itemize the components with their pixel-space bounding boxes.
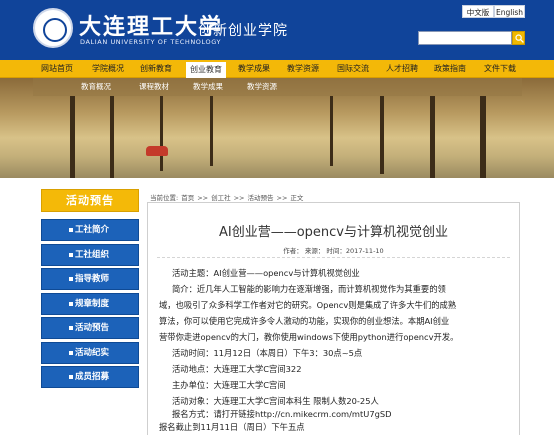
article-line: 活动对象：大连理工大学C宫间本科生 限制人数20-25人 (172, 396, 379, 406)
article-line: 活动地点：大连理工大学C宫间322 (172, 364, 302, 374)
subnav-teaching-resources[interactable]: 教学资源 (247, 78, 277, 96)
search-input[interactable] (418, 31, 512, 45)
bullet-icon (69, 253, 73, 257)
university-emblem-icon[interactable] (33, 8, 73, 48)
lang-english-button[interactable]: English (494, 5, 525, 18)
bullet-icon (69, 326, 73, 330)
sidebar-item-member-recruitment[interactable]: 成员招募 (41, 366, 139, 388)
subnav-teaching-results[interactable]: 教学成果 (193, 78, 223, 96)
bullet-icon (69, 375, 73, 379)
breadcrumb-club[interactable]: 创工社 (211, 194, 231, 202)
article-meta: 作者： 来源： 时间：2017-11-10 (283, 247, 384, 255)
nav-policy-guide[interactable]: 政策指南 (434, 60, 466, 78)
sub-nav: 教育概况 课程教材 教学成果 教学资源 (33, 78, 522, 96)
article-line: 主办单位：大连理工大学C宫间 (172, 380, 286, 390)
breadcrumb-separator: >> (197, 194, 209, 202)
nav-teaching-results[interactable]: 教学成果 (238, 60, 270, 78)
nav-teaching-resources[interactable]: 教学资源 (287, 60, 319, 78)
sidebar-item-label: 活动预告 (75, 323, 110, 333)
banner-image: 教育概况 课程教材 教学成果 教学资源 (0, 78, 554, 178)
breadcrumb: 当前位置: 首页 >> 创工社 >> 活动预告 >> 正文 (150, 192, 306, 202)
article-line: 营带你走进opencv的大门，教你使用windows下使用python进行ope… (159, 332, 459, 342)
nav-entrepreneurship-education[interactable]: 创业教育 (186, 62, 226, 78)
sidebar-item-label: 成员招募 (75, 372, 110, 382)
article-line: 算法，你可以使用它完成许多令人激动的功能，实现你的创业想法。本期AI创业 (159, 316, 450, 326)
red-car (146, 146, 168, 156)
sidebar-item-rules[interactable]: 规章制度 (41, 293, 139, 315)
breadcrumb-current: 正文 (290, 194, 304, 202)
college-title: 创新创业学院 (198, 23, 288, 39)
subnav-education-overview[interactable]: 教育概况 (81, 78, 111, 96)
sidebar-item-label: 工社简介 (75, 225, 110, 235)
bullet-icon (69, 228, 73, 232)
sidebar-item-label: 指导教师 (75, 274, 110, 284)
subnav-course-materials[interactable]: 课程教材 (139, 78, 169, 96)
nav-recruitment[interactable]: 人才招聘 (386, 60, 418, 78)
sidebar-item-label: 工社组织 (75, 250, 110, 260)
search-button[interactable] (512, 31, 525, 45)
nav-downloads[interactable]: 文件下载 (484, 60, 516, 78)
nav-international[interactable]: 国际交流 (337, 60, 369, 78)
bullet-icon (69, 302, 73, 306)
breadcrumb-events[interactable]: 活动预告 (248, 194, 274, 202)
divider (157, 257, 510, 258)
bullet-icon (69, 351, 73, 355)
sidebar-item-events-record[interactable]: 活动纪实 (41, 342, 139, 364)
main-nav: 网站首页 学院概况 创新教育 创业教育 教学成果 教学资源 国际交流 人才招聘 … (0, 60, 554, 78)
article-line: 活动时间：11月12日（本周日）下午3：30点~5点 (172, 348, 363, 358)
nav-home[interactable]: 网站首页 (41, 60, 73, 78)
sidebar-title: 活动预告 (41, 189, 139, 212)
article-line: 域，也吸引了众多科学工作者对它的研究。Opencv则是集成了许多大牛们的成熟 (159, 300, 457, 310)
breadcrumb-home[interactable]: 首页 (181, 194, 194, 202)
site-header: 大连理工大学 DALIAN UNIVERSITY OF TECHNOLOGY 创… (0, 0, 554, 60)
sidebar-item-label: 活动纪实 (75, 348, 110, 358)
article-line: 报名截止到11月11日（周日）下午五点 (159, 422, 305, 432)
article-line: 简介：近几年人工智能的影响力在逐渐增强，而计算机视觉作为其重要的领 (172, 284, 446, 294)
breadcrumb-label: 当前位置: (150, 194, 179, 202)
sidebar-item-intro[interactable]: 工社简介 (41, 219, 139, 241)
sidebar-item-organization[interactable]: 工社组织 (41, 244, 139, 266)
nav-innovation-education[interactable]: 创新教育 (140, 60, 172, 78)
breadcrumb-separator: >> (233, 194, 245, 202)
search-icon (515, 34, 524, 43)
nav-overview[interactable]: 学院概况 (92, 60, 124, 78)
sidebar-item-label: 规章制度 (75, 299, 110, 309)
lang-chinese-button[interactable]: 中文版 (462, 5, 494, 18)
breadcrumb-separator: >> (276, 194, 288, 202)
article-title: AI创业营——opencv与计算机视觉创业 (218, 225, 448, 240)
article-line: 报名方式：请打开链接http://cn.mikecrm.com/mtU7gSD (172, 409, 392, 419)
bullet-icon (69, 277, 73, 281)
sidebar-item-events-preview[interactable]: 活动预告 (41, 317, 139, 339)
sidebar-item-advisors[interactable]: 指导教师 (41, 268, 139, 290)
article-line: 活动主题：AI创业营——opencv与计算机视觉创业 (172, 268, 360, 278)
